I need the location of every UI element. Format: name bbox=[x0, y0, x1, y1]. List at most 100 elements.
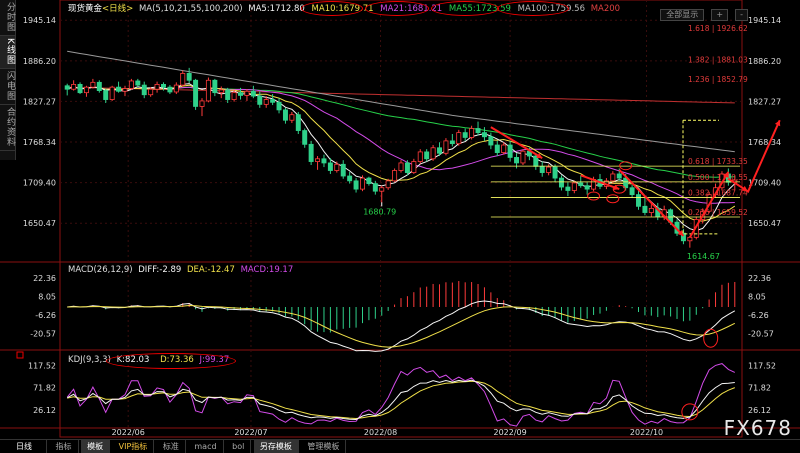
candle-body bbox=[238, 92, 244, 96]
trend-arrow bbox=[618, 169, 685, 237]
candle-body bbox=[353, 180, 359, 190]
candle-body bbox=[372, 183, 378, 192]
candle-body bbox=[257, 95, 263, 105]
candle-body bbox=[193, 79, 199, 107]
low-label-1614: 1614.67 bbox=[687, 252, 720, 261]
candle-body bbox=[437, 147, 443, 154]
template-button[interactable]: 模板 bbox=[81, 440, 111, 453]
highlight-ellipse-kdj bbox=[106, 353, 236, 369]
candle-body bbox=[225, 89, 231, 100]
zoom-in-button[interactable]: + bbox=[711, 9, 729, 21]
period-selector[interactable]: 日线 bbox=[0, 440, 47, 453]
macd-diff: DIFF:-2.89 bbox=[138, 265, 182, 275]
candle-body bbox=[244, 90, 250, 96]
tab-contract-info[interactable]: 合约资料 bbox=[0, 105, 15, 151]
macd-cross-ellipse bbox=[703, 328, 719, 348]
fib-level-label: 0.236 | 1659.52 bbox=[688, 208, 748, 217]
candle-body bbox=[392, 170, 398, 182]
candle-body bbox=[565, 186, 571, 191]
price-tick-left: 1827.27 bbox=[23, 97, 56, 106]
show-all-button[interactable]: 全部显示 bbox=[660, 9, 705, 21]
candle-body bbox=[379, 187, 385, 192]
save-template-button[interactable]: 另存模板 bbox=[253, 440, 299, 453]
candle-body bbox=[571, 182, 577, 191]
time-tick-label: 2022/09 bbox=[494, 428, 527, 437]
candle-body bbox=[315, 158, 321, 162]
ma10-line bbox=[67, 84, 736, 222]
candle-body bbox=[642, 205, 648, 213]
kdj-params: KDJ(9,3,3) bbox=[68, 355, 111, 365]
candle-body bbox=[411, 161, 417, 173]
ma5-line bbox=[67, 83, 736, 232]
pattern-ellipse bbox=[619, 161, 633, 171]
candle-body bbox=[180, 72, 186, 86]
vip-indicator-button[interactable]: VIP指标 bbox=[113, 440, 155, 453]
price-tick-left: 1650.47 bbox=[23, 219, 56, 228]
price-tick-left: 1768.34 bbox=[23, 138, 56, 147]
indicator-button[interactable]: 指标 bbox=[50, 440, 79, 453]
price-tick-left: 1945.14 bbox=[23, 16, 56, 25]
fib-level-label: 1.382 | 1881.03 bbox=[688, 55, 748, 64]
candle-body bbox=[289, 114, 295, 121]
macd-button[interactable]: macd bbox=[188, 440, 224, 453]
candle-body bbox=[494, 144, 500, 153]
chart-canvas[interactable]: 1945.14 1945.14 1886.20 1886.20 1827.27 1827.… bbox=[0, 0, 800, 452]
tab-lightning[interactable]: 闪电图 bbox=[0, 69, 15, 105]
macd-value: MACD:19.17 bbox=[240, 265, 294, 275]
macd-tick-left: -20.57 bbox=[30, 330, 56, 339]
tab-kline[interactable]: K线图 bbox=[0, 36, 15, 69]
highlight-ellipse-ma21 bbox=[365, 1, 429, 16]
kdj-tick-right: 117.52 bbox=[748, 361, 776, 370]
candle-body bbox=[77, 84, 83, 94]
ma-params: MA(5,10,21,55,100,200) bbox=[138, 4, 243, 14]
macd-tick-right: -6.26 bbox=[748, 311, 769, 320]
candle-body bbox=[539, 165, 545, 173]
bol-button[interactable]: bol bbox=[226, 440, 252, 453]
price-tick-right: 1827.27 bbox=[748, 97, 781, 106]
candle-body bbox=[122, 88, 128, 92]
low-label-1680: 1680.79 bbox=[363, 207, 396, 216]
macd-legend: MACD(26,12,9) DIFF:-2.89 DEA:-12.47 MACD… bbox=[68, 265, 293, 275]
macd-tick-left: 22.36 bbox=[33, 274, 56, 283]
candle-body bbox=[308, 143, 314, 162]
sidebar: 分时图 K线图 闪电图 合约资料 bbox=[0, 0, 16, 160]
candle-body bbox=[231, 92, 237, 100]
bottom-toolbar: 日线 指标 模板 VIP指标 标准 macd bol 另存模板 管理模板 bbox=[0, 439, 800, 453]
macd-dea: DEA:-12.47 bbox=[187, 265, 235, 275]
time-tick-label: 2022/10 bbox=[630, 428, 663, 437]
price-tick-left: 1886.20 bbox=[23, 57, 56, 66]
candle-body bbox=[417, 151, 423, 162]
candle-body bbox=[404, 162, 410, 173]
candle-body bbox=[424, 151, 430, 160]
candle-body bbox=[507, 144, 513, 158]
macd-tick-right: -20.57 bbox=[748, 330, 774, 339]
ma200-value: MA200 bbox=[590, 4, 621, 14]
manage-template-button[interactable]: 管理模板 bbox=[301, 440, 347, 453]
candle-body bbox=[71, 84, 77, 90]
zoom-out-button[interactable]: - bbox=[735, 9, 748, 21]
kdj-tick-right: 26.12 bbox=[748, 406, 771, 415]
candle-body bbox=[359, 177, 365, 190]
macd-params: MACD(26,12,9) bbox=[68, 265, 133, 275]
candle-body bbox=[334, 163, 340, 171]
candle-body bbox=[636, 194, 641, 207]
candle-body bbox=[128, 80, 134, 89]
time-tick-label: 2022/08 bbox=[364, 428, 397, 437]
candle-body bbox=[109, 86, 115, 100]
candle-body bbox=[302, 130, 308, 145]
candle-body bbox=[488, 136, 494, 146]
candle-body bbox=[199, 100, 205, 107]
candle-body bbox=[282, 109, 288, 121]
standard-button[interactable]: 标准 bbox=[157, 440, 186, 453]
candle-body bbox=[173, 84, 179, 93]
fib-level-label: 0.500 | 1710.55 bbox=[688, 173, 748, 182]
tab-timeshare[interactable]: 分时图 bbox=[0, 0, 15, 36]
candle-body bbox=[340, 163, 346, 177]
candle-body bbox=[90, 81, 96, 88]
candle-body bbox=[501, 144, 507, 153]
macd-tick-left: 8.05 bbox=[38, 293, 56, 302]
price-tick-right: 1886.20 bbox=[748, 57, 781, 66]
candle-body bbox=[462, 132, 468, 138]
candle-body bbox=[546, 166, 552, 173]
period-label: <日线> bbox=[102, 4, 134, 14]
